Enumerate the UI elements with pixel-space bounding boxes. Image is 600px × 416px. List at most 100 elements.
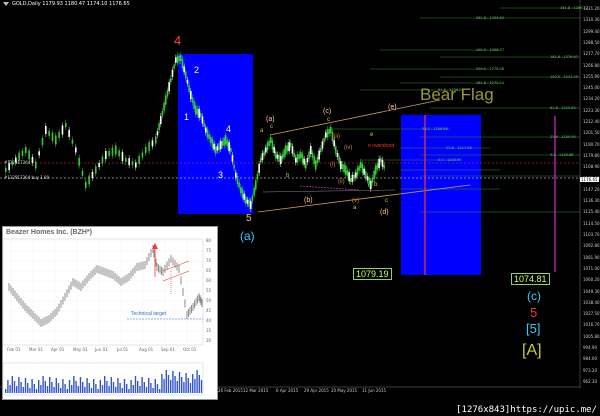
volume-bar [18,377,20,393]
fib-label: 23.6 - 1217.08 [446,146,472,150]
volume-bar [38,380,40,393]
candle-body [185,71,187,79]
wave-stack-5: 5 [530,305,538,320]
candle-body [151,140,154,147]
volume-bar [77,386,79,393]
candle-body [361,163,364,173]
volume-bar [178,372,181,393]
volume-bar [97,389,99,393]
magenta-dash [299,185,361,191]
y-axis-tick: 1310.30 [583,17,600,23]
wave-label-c2: c [327,117,330,123]
candle-body [278,154,280,162]
candle-body [251,195,254,201]
volume-bar [143,382,145,393]
volume-bar [187,378,189,393]
candle-body [336,153,339,157]
fib-label: 100.0 - 1231.45 [550,75,578,79]
bear-flag-title: Bear Flag [420,85,494,104]
wave-label-e-small: (e) [388,104,397,111]
candle-body [85,182,87,188]
candle-body [353,174,355,179]
candle-body [190,91,192,99]
candle-body [280,156,282,164]
price-box-right: 1074.81 [511,273,550,285]
candle-body [5,168,7,172]
y-axis-tick: 1212.40 [583,119,600,124]
fib-label: 161.8 - 1276.67 [550,55,578,59]
candle-body [188,84,190,92]
inset-y-tick: 55 [206,288,212,293]
price-box-left: 1079.19 [353,268,392,280]
candle-body [228,142,230,152]
volume-bar [121,388,123,393]
y-axis-tick: 1114.50 [583,220,600,226]
candle-body [326,129,329,138]
wave-label-3: 3 [218,170,224,180]
volume-bar [167,375,170,393]
volume-bar [200,380,203,393]
candle-body [340,161,342,169]
y-axis-tick: 994.90 [583,345,597,350]
candle-body [378,158,380,168]
volume-bar [99,380,101,393]
candle-body [260,158,262,162]
candle-body [245,196,247,204]
candle-body [65,123,67,127]
volume-bar [53,387,55,393]
inset-x-tick: Jul 01 [117,347,129,352]
candle-body [355,172,357,178]
inset-y-tick: 40 [206,318,212,323]
candle-body [288,142,290,152]
candle-body [31,157,34,163]
fib-label: 23.6 - 1200.90 [550,135,576,139]
wave-stack-A: [A] [522,342,542,359]
candle-body [175,57,177,63]
volume-bar [57,383,60,393]
candle-body [276,154,279,159]
volume-bar [161,374,163,393]
volume-bar [11,376,13,393]
candle-body [211,138,214,148]
candle-body [293,153,295,157]
volume-bar [24,378,27,393]
candle-body [298,154,300,160]
candle-body [98,163,100,167]
candle-body [230,148,232,152]
volume-bar [145,387,148,393]
wave-label-2: 2 [194,65,200,75]
inset-y-tick: 60 [206,278,212,283]
candle-body [350,178,352,182]
wave-label-a2: a [353,205,357,211]
candle-body [345,165,347,175]
volume-bar [9,385,11,393]
candle-body [128,158,130,166]
candle-body [270,137,272,143]
candle-body [306,158,309,162]
volume-bar [33,384,35,393]
hline-label-1: #132917264 [4,160,31,165]
candle-body [58,132,60,138]
y-axis-tick: 962.30 [583,378,597,384]
y-axis-tick: 1103.70 [583,232,600,237]
candle-body [246,199,249,204]
wave-stack-c: (c) [527,289,541,303]
blue-zone-right [401,115,481,275]
candle-body [88,175,90,185]
volume-bar [183,382,185,393]
volume-bar [106,381,108,393]
candle-body [310,146,312,154]
candle-body [366,176,369,181]
candle-body [253,187,255,196]
y-axis-tick: 1168.90 [583,164,600,170]
volume-bar [29,388,31,393]
y-axis-tick: 1016.70 [583,322,600,328]
volume-bar [159,389,161,393]
candle-body [235,172,237,178]
y-axis-tick: 1299.40 [583,28,600,34]
candle-body [221,140,224,146]
y-axis-tick: 1223.30 [583,107,600,113]
volume-bar [46,386,49,393]
volume-bar [185,373,187,393]
wave-stack-box5: [5] [526,321,541,336]
